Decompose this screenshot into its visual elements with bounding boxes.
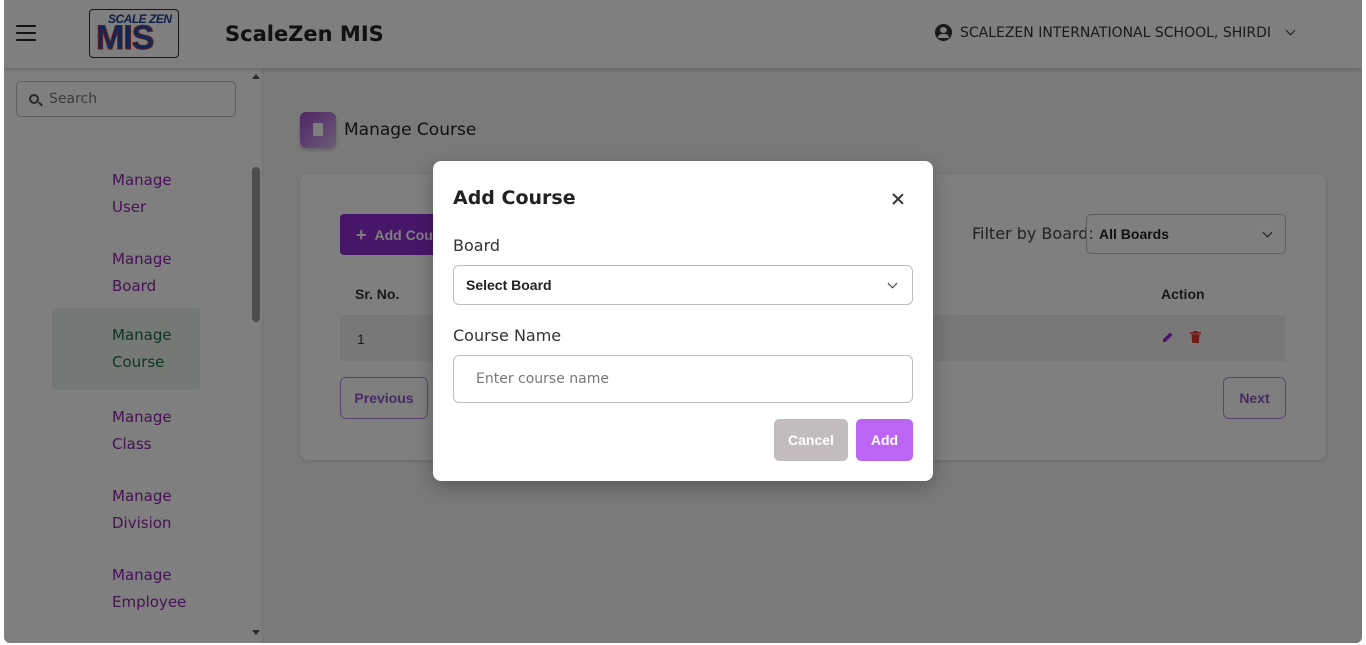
board-select-value: Select Board (466, 277, 552, 293)
board-select[interactable]: Select Board (453, 265, 913, 305)
add-button[interactable]: Add (856, 419, 913, 461)
app-window: SCALE ZEN MIS ScaleZen MIS SCALEZEN INTE… (4, 0, 1362, 643)
course-name-input[interactable] (453, 355, 913, 403)
dialog-title: Add Course (453, 187, 576, 209)
close-icon[interactable] (891, 192, 905, 206)
add-course-dialog: Add Course Board Select Board Course Nam… (433, 161, 933, 481)
board-field-label: Board (453, 236, 501, 255)
course-name-label: Course Name (453, 326, 562, 345)
chevron-down-icon (887, 278, 898, 288)
cancel-button[interactable]: Cancel (774, 419, 848, 461)
